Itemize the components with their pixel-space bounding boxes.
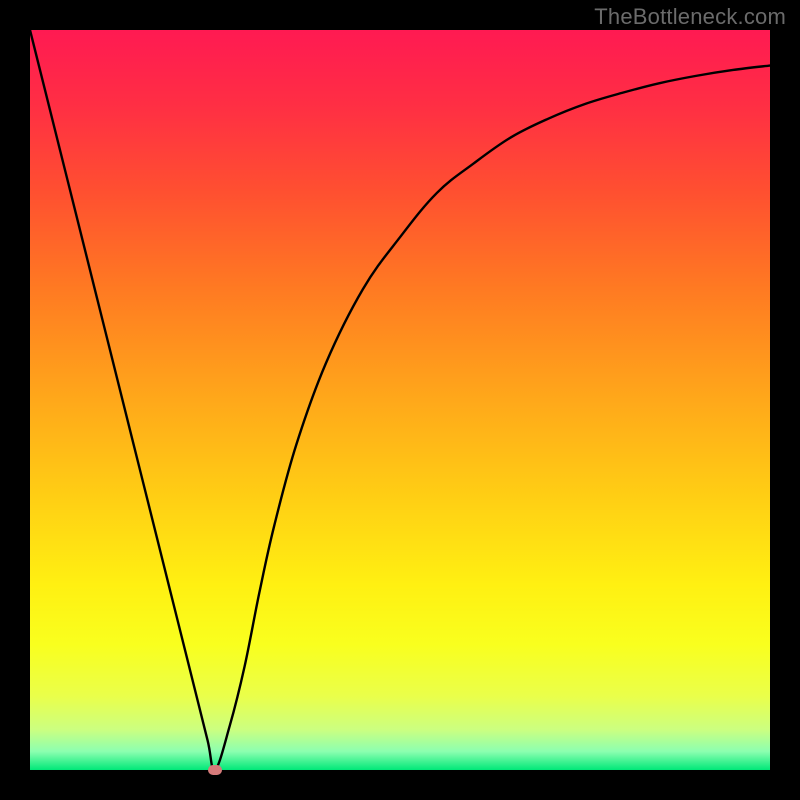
minimum-marker: [208, 765, 222, 775]
bottleneck-curve: [30, 30, 770, 770]
watermark-text: TheBottleneck.com: [594, 4, 786, 30]
chart-frame: TheBottleneck.com: [0, 0, 800, 800]
plot-area: [30, 30, 770, 770]
